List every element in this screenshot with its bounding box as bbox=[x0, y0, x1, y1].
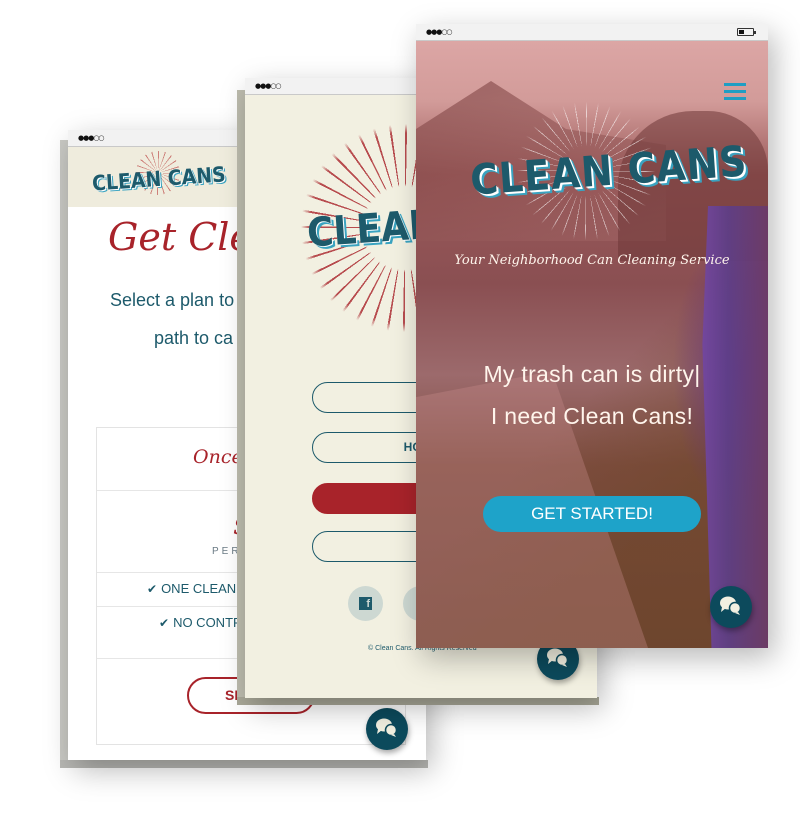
chat-bubbles-icon bbox=[547, 648, 569, 667]
chat-bubbles-icon bbox=[720, 596, 742, 615]
chat-bubbles-icon bbox=[376, 718, 398, 737]
page-subtitle: Select a plan to bbox=[110, 290, 235, 310]
page-subtitle-line2: path to ca bbox=[154, 328, 234, 348]
check-icon: ✔ bbox=[147, 582, 158, 596]
typed-headline-line2: I need Clean Cans! bbox=[490, 403, 694, 429]
signal-icon: ●●●○○ bbox=[78, 134, 105, 142]
typed-headline-line1: My trash can is dirty| bbox=[483, 361, 701, 387]
signal-icon: ●●●○○ bbox=[426, 28, 453, 36]
chat-button[interactable] bbox=[366, 708, 408, 750]
feature-item: ✔ ONE CLEAN bbox=[147, 581, 237, 596]
chat-button[interactable] bbox=[710, 586, 752, 628]
feature-item: ✔ NO CONTR bbox=[159, 615, 243, 630]
get-started-button[interactable]: GET STARTED! bbox=[483, 496, 701, 532]
hamburger-menu-icon[interactable] bbox=[724, 83, 746, 104]
battery-icon bbox=[737, 28, 756, 36]
phone-menu-bottom-edge bbox=[237, 697, 599, 705]
phone-home-screen: ●●●○○ CLEAN CANS Your Neighborhood Can C… bbox=[416, 24, 768, 648]
facebook-icon: f bbox=[359, 597, 372, 610]
check-icon: ✔ bbox=[159, 616, 170, 630]
hero-background-image: CLEAN CANS Your Neighborhood Can Cleanin… bbox=[416, 41, 768, 648]
page-title: Get Cle bbox=[108, 215, 252, 259]
signal-icon: ●●●○○ bbox=[255, 82, 282, 90]
tagline: Your Neighborhood Can Cleaning Service bbox=[454, 253, 730, 268]
facebook-button[interactable]: f bbox=[348, 586, 383, 621]
logo[interactable]: CLEAN CANS bbox=[91, 162, 226, 195]
phone-pricing-bottom-edge bbox=[60, 760, 428, 768]
status-bar: ●●●○○ bbox=[416, 24, 768, 41]
